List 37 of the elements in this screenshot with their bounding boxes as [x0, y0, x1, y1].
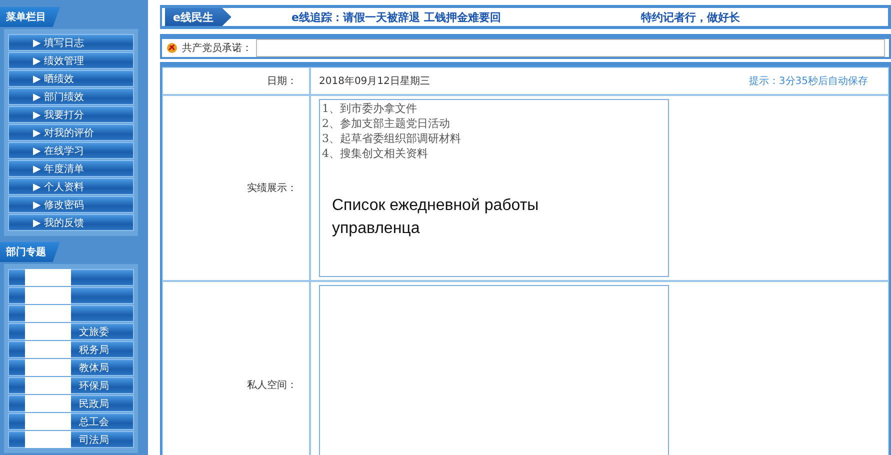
menu-item[interactable]: ▶ 绩效管理 — [8, 52, 134, 69]
field-label: 共产党员承诺： — [182, 42, 252, 55]
department-item[interactable] — [8, 305, 134, 322]
department-item[interactable]: 文旅委 — [8, 323, 134, 340]
caption-text: Список ежедневной работы управленца — [332, 196, 540, 239]
menu-item[interactable]: ▶ 晒绩效 — [8, 70, 134, 87]
menu-item[interactable]: ▶ 填写日志 — [8, 34, 134, 51]
department-item[interactable]: 总工会 — [8, 413, 134, 430]
news-link[interactable]: e线追踪：请假一天被辞退 工钱押金难要回 — [291, 10, 501, 24]
menu-item[interactable]: ▶ 我的反馈 — [8, 214, 134, 231]
department-item[interactable] — [8, 287, 134, 304]
field-label: 实绩展示： — [247, 182, 297, 195]
field-label: 日期： — [267, 74, 297, 88]
promise-field[interactable] — [256, 39, 885, 57]
department-item[interactable]: 环保局 — [8, 377, 134, 394]
news-link[interactable]: 特约记者行，做好长 — [640, 10, 740, 24]
menu-item[interactable]: ▶ 对我的评价 — [8, 124, 134, 141]
autosave-hint: 提示：3分35秒后自动保存 — [748, 74, 868, 88]
menu-item[interactable]: ▶ 年度清单 — [8, 160, 134, 177]
record-text: 1、到市委办拿文件 2、参加支部主题党日活动 3、起草省委组织部调研材料 4、搜集创文相关资料 — [321, 101, 462, 162]
section-badge: e线民生 — [165, 8, 232, 26]
menu-item[interactable]: ▶ 在线学习 — [8, 142, 134, 159]
department-item[interactable] — [8, 269, 134, 286]
menu-item[interactable]: ▶ 部门绩效 — [8, 88, 134, 105]
field-label: 私人空间： — [247, 378, 297, 392]
emblem-icon — [166, 42, 178, 54]
department-item[interactable]: 司法局 — [8, 431, 134, 448]
section-title: 部门专题 — [0, 242, 60, 262]
menu-item[interactable]: ▶ 我要打分 — [8, 106, 134, 123]
menu-title: 菜单栏目 — [0, 7, 60, 27]
menu-item[interactable]: ▶ 个人资料 — [8, 178, 134, 195]
department-item[interactable]: 税务局 — [8, 341, 134, 358]
date-text: 2018年09月12日星期三 — [319, 74, 430, 88]
department-item[interactable]: 民政局 — [8, 395, 134, 412]
menu-item[interactable]: ▶ 修改密码 — [8, 196, 134, 213]
department-item[interactable]: 教体局 — [8, 359, 134, 376]
record-textarea[interactable]: 1、到市委办拿文件 2、参加支部主题党日活动 3、起草省委组织部调研材料 4、搜集创文相关资料 Список ежедневной работы управленца — [319, 99, 669, 277]
